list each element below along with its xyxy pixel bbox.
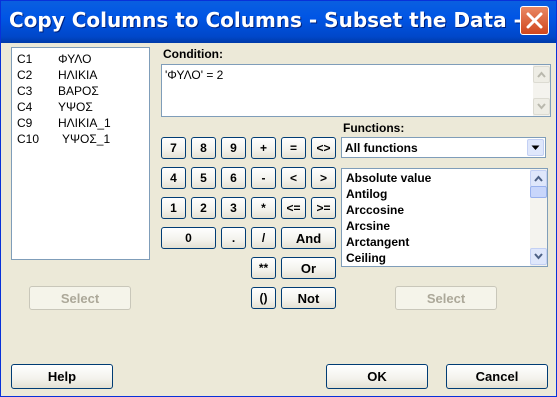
key-8[interactable]: 8 [191,137,216,159]
key-greater-than[interactable]: > [311,167,336,189]
key-multiply[interactable]: * [251,197,276,219]
list-item[interactable]: Arcsine [346,219,390,233]
column-name: ΥΨΟΣ [58,100,93,114]
select-column-label: Select [60,290,100,306]
ok-label: OK [367,369,387,384]
key-divide[interactable]: / [251,227,276,249]
key-not[interactable]: Not [281,287,336,309]
select-function-button[interactable]: Select [395,286,497,310]
column-name: ΦΥΛΟ [58,52,92,66]
scrollbar-thumb[interactable] [530,186,547,198]
key-and-label: And [295,230,322,246]
column-name: ΗΛΙΚΙΑ [58,68,98,82]
scroll-down-button[interactable] [533,98,550,115]
functions-label: Functions: [343,121,405,135]
key-3[interactable]: 3 [221,197,246,219]
close-icon [526,12,543,29]
key-equals[interactable]: = [281,137,306,159]
functions-list[interactable]: Absolute value Antilog Arccosine Arcsine… [341,168,548,267]
help-button[interactable]: Help [11,364,113,389]
column-id: C9 [17,116,33,130]
key-parentheses[interactable]: () [251,287,276,309]
column-name: ΒΑΡΟΣ [58,84,99,98]
functions-scrollbar[interactable] [530,169,547,266]
scroll-down-button[interactable] [530,248,547,265]
chevron-down-icon [537,103,546,110]
key-9[interactable]: 9 [221,137,246,159]
column-id: C2 [17,68,33,82]
key-or-label: Or [300,260,317,276]
key-7[interactable]: 7 [161,137,186,159]
key-not-label: Not [297,290,320,306]
ok-button[interactable]: OK [326,364,428,389]
list-item[interactable]: Ceiling [346,251,386,265]
window-title: Copy Columns to Columns - Subset the Dat… [9,8,545,32]
key-1[interactable]: 1 [161,197,186,219]
condition-input[interactable]: 'ΦΥΛΟ' = 2 [161,64,551,117]
cancel-button[interactable]: Cancel [446,364,548,389]
column-name: ΗΛΙΚΙΑ_1 [58,116,111,130]
key-decimal[interactable]: . [221,227,246,249]
key-greater-equal[interactable]: >= [311,197,336,219]
help-label: Help [47,369,77,384]
list-item[interactable]: Antilog [346,187,387,201]
functions-dropdown-value: All functions [345,141,418,155]
condition-label: Condition: [163,47,223,61]
scroll-up-button[interactable] [533,66,550,83]
chevron-up-icon [537,71,546,78]
chevron-down-icon [534,253,543,260]
chevron-up-icon [534,175,543,182]
list-item[interactable]: Arctangent [346,235,409,249]
column-id: C1 [17,52,33,66]
scroll-up-button[interactable] [530,170,547,187]
key-minus[interactable]: - [251,167,276,189]
column-id: C10 [17,132,40,146]
condition-text: 'ΦΥΛΟ' = 2 [165,68,224,82]
key-2[interactable]: 2 [191,197,216,219]
key-less-equal[interactable]: <= [281,197,306,219]
key-less-than[interactable]: < [281,167,306,189]
key-and[interactable]: And [281,227,336,249]
column-list[interactable]: C1 ΦΥΛΟ C2 ΗΛΙΚΙΑ C3 ΒΑΡΟΣ C4 ΥΨΟΣ C9 ΗΛ… [11,47,150,260]
key-or[interactable]: Or [281,257,336,279]
list-item[interactable]: Arccosine [346,203,404,217]
chevron-down-icon [531,145,540,150]
title-bar[interactable]: Copy Columns to Columns - Subset the Dat… [1,1,556,43]
key-not-equal[interactable]: <> [311,137,336,159]
column-name: ΥΨΟΣ_1 [62,132,111,146]
key-0[interactable]: 0 [161,227,216,249]
functions-dropdown[interactable]: All functions [341,137,546,158]
column-id: C4 [17,100,33,114]
key-power[interactable]: ** [251,257,276,279]
dropdown-arrow-button[interactable] [527,139,544,156]
key-plus[interactable]: + [251,137,276,159]
close-button[interactable] [520,6,549,35]
select-column-button[interactable]: Select [29,286,131,310]
key-6[interactable]: 6 [221,167,246,189]
key-4[interactable]: 4 [161,167,186,189]
list-item[interactable]: Absolute value [346,171,431,185]
cancel-label: Cancel [475,369,519,384]
condition-scrollbar[interactable] [533,65,550,116]
key-5[interactable]: 5 [191,167,216,189]
select-function-label: Select [426,290,466,306]
column-id: C3 [17,84,33,98]
dialog-window: Copy Columns to Columns - Subset the Dat… [0,0,557,397]
